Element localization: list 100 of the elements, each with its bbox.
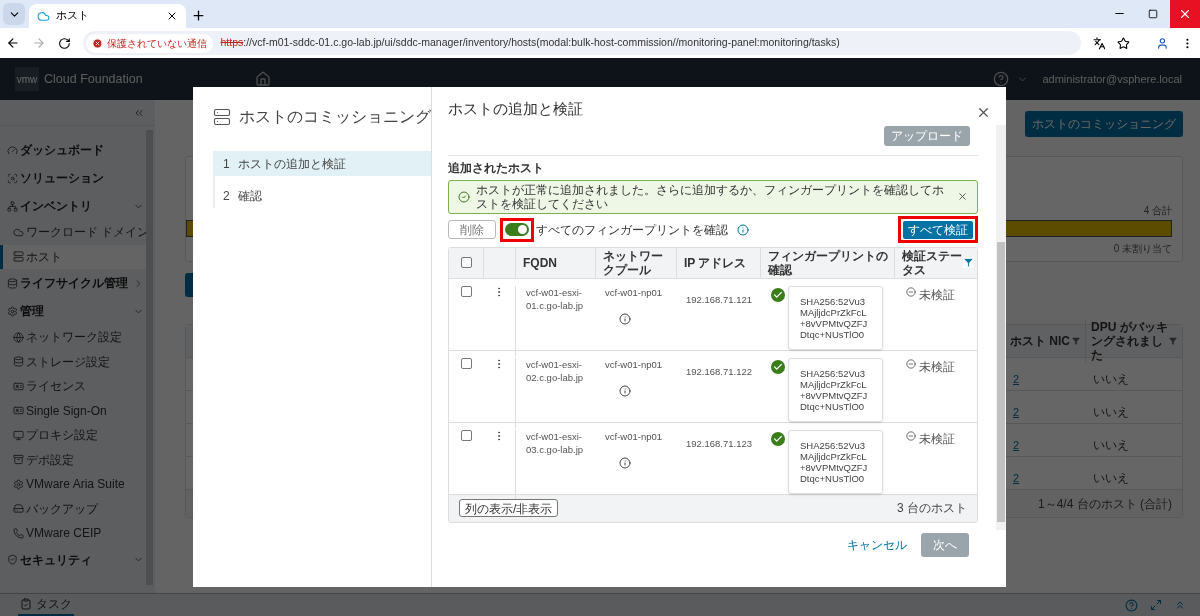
- tab-list-button[interactable]: [3, 3, 25, 25]
- server-icon: [213, 106, 231, 128]
- dialog-title: ホストの追加と検証: [448, 100, 583, 119]
- table-cell: 192.168.71.122: [686, 365, 753, 377]
- sidebar-item-icon: [13, 405, 24, 417]
- scrollbar-thumb[interactable]: [997, 242, 1005, 522]
- sidebar-item[interactable]: ストレージ設定: [0, 349, 146, 374]
- sidebar-item-icon: [13, 454, 24, 466]
- sidebar-item[interactable]: デポ設定: [0, 447, 146, 472]
- nic-link[interactable]: 2: [1013, 406, 1020, 418]
- sidebar-item[interactable]: 管理: [0, 297, 146, 325]
- profile-icon[interactable]: [1156, 36, 1170, 50]
- sidebar-item-icon: [13, 429, 24, 441]
- column-header: 検証ステータス: [902, 248, 963, 277]
- translate-icon[interactable]: [1092, 36, 1106, 50]
- info-icon[interactable]: [619, 457, 631, 469]
- section-title: 追加されたホスト: [448, 159, 545, 177]
- status-text: 未検証: [919, 430, 955, 448]
- table-cell-text: vcf-w01-np01: [605, 429, 664, 444]
- table-cell: 192.168.71.121: [686, 293, 753, 305]
- warning-icon: [91, 37, 103, 49]
- new-tab-icon[interactable]: [191, 8, 206, 23]
- checkbox[interactable]: [460, 257, 472, 269]
- sidebar-item[interactable]: インベントリ: [0, 192, 146, 220]
- column-toggle-button[interactable]: 列の表示/非表示: [459, 499, 559, 518]
- url-text: https://vcf-m01-sddc-01.c.go-lab.jp/ui/sddc-manager/inventory/hosts(modal:bulk-host-commission//monitoring-panel:monitoring/tasks): [220, 35, 840, 51]
- sidebar-item-icon: [7, 277, 18, 289]
- info-icon[interactable]: [619, 385, 631, 397]
- sidebar-item[interactable]: Single Sign-On: [0, 398, 146, 423]
- filter-icon[interactable]: [1169, 337, 1177, 345]
- status-icon: [906, 358, 916, 369]
- fingerprint-toggle[interactable]: [505, 223, 529, 237]
- fingerprint-text: SHA256:52Vu3MAjljdcPrZkFcL+8vVPMtvQZFJDtqc+NUsTlO0: [788, 285, 883, 350]
- cancel-link[interactable]: キャンセル: [847, 535, 907, 554]
- table-cell-text: vcf-w01-esxi-01.c.go-lab.jp: [526, 285, 585, 312]
- table-cell: いいえ: [1093, 471, 1129, 485]
- nic-link[interactable]: 2: [1013, 472, 1020, 484]
- sidebar-item-icon: [13, 380, 24, 392]
- address-bar[interactable]: 保護されていない通信 https://vcf-m01-sddc-01.c.go-lab.jp/ui/sddc-manager/inventory/hosts(modal:bulk-host-commission//monitoring-panel:monitoring/tasks): [82, 31, 1081, 55]
- security-warning[interactable]: 保護されていない通信: [85, 33, 213, 53]
- sidebar-item-icon: [13, 503, 24, 515]
- column-header: フィンガープリントの確認: [768, 248, 889, 277]
- sidebar-item[interactable]: ダッシュボード: [0, 136, 146, 164]
- column-header: FQDN: [523, 255, 558, 270]
- sidebar-item-icon: [7, 200, 18, 212]
- user-menu[interactable]: administrator@vsphere.local: [1042, 70, 1182, 88]
- sidebar-item-icon: [13, 226, 24, 238]
- sidebar-item[interactable]: ホスト: [0, 244, 146, 269]
- status-icon: [906, 286, 916, 297]
- sidebar-item[interactable]: セキュリティ: [0, 545, 146, 574]
- sidebar-item[interactable]: ライセンス: [0, 374, 146, 399]
- close-icon[interactable]: [166, 10, 178, 22]
- sidebar-item-icon: [7, 554, 18, 565]
- back-icon[interactable]: [6, 36, 20, 50]
- reload-icon[interactable]: [57, 36, 71, 50]
- status-text: 未検証: [919, 358, 955, 376]
- sidebar-item[interactable]: ネットワーク設定: [0, 325, 146, 350]
- toggle-label: すべてのフィンガープリントを確認: [536, 221, 728, 239]
- success-icon: [458, 190, 470, 203]
- sidebar-item[interactable]: ソリューション: [0, 164, 146, 192]
- wizard-step[interactable]: 2 確認: [215, 183, 431, 208]
- browser-tab[interactable]: ホスト: [29, 4, 186, 28]
- nic-link[interactable]: 2: [1013, 439, 1020, 451]
- filter-icon[interactable]: [1072, 337, 1080, 345]
- status-icon: [906, 430, 916, 441]
- sidebar-item[interactable]: VMware Aria Suite: [0, 472, 146, 497]
- checkbox[interactable]: [460, 357, 472, 369]
- alert-message: ホストが正常に追加されました。さらに追加するか、フィンガープリントを確認してホストを検証してください: [476, 182, 945, 211]
- sidebar-item-icon: [13, 478, 24, 490]
- sidebar-item-icon: [7, 144, 18, 156]
- sidebar-item-icon: [13, 356, 24, 368]
- sidebar-item[interactable]: バックアップ: [0, 496, 146, 521]
- cloud-icon: [37, 9, 50, 23]
- wizard-title: ホストのコミッショニング: [239, 107, 431, 127]
- bookmark-icon[interactable]: [1117, 36, 1131, 50]
- maximize-icon[interactable]: [1148, 9, 1158, 19]
- verify-all-button[interactable]: すべて検証: [903, 220, 973, 239]
- status-text: 未検証: [919, 286, 955, 304]
- sidebar-item-icon: [13, 527, 24, 539]
- wizard-step[interactable]: 1 ホストの追加と検証: [215, 151, 431, 176]
- sidebar-item-icon: [13, 251, 24, 263]
- tasks-tab[interactable]: タスク: [18, 594, 74, 616]
- table-cell: いいえ: [1093, 438, 1129, 452]
- sidebar-item[interactable]: ライフサイクル管理: [0, 269, 146, 297]
- commission-button[interactable]: ホストのコミッショニング: [1025, 111, 1183, 137]
- nic-link[interactable]: 2: [1013, 373, 1020, 385]
- info-icon[interactable]: [619, 313, 631, 325]
- column-header: ホスト NIC: [1010, 334, 1071, 348]
- sidebar-item[interactable]: VMware CEIP: [0, 521, 146, 546]
- checkbox[interactable]: [460, 429, 472, 441]
- sidebar-item-icon: [7, 305, 18, 317]
- column-header: ネットワークプール: [603, 248, 664, 277]
- table-cell-text: vcf-w01-esxi-03.c.go-lab.jp: [526, 429, 585, 456]
- clipboard-icon: [20, 598, 32, 610]
- table-cell-text: vcf-w01-np01: [605, 357, 664, 372]
- column-header: IP アドレス: [684, 255, 748, 270]
- host-count: 3 台のホスト: [897, 500, 967, 518]
- fingerprint-text: SHA256:52Vu3MAjljdcPrZkFcL+8vVPMtvQZFJDtqc+NUsTlO0: [788, 429, 883, 494]
- info-icon[interactable]: [737, 223, 749, 236]
- checkbox[interactable]: [460, 285, 472, 297]
